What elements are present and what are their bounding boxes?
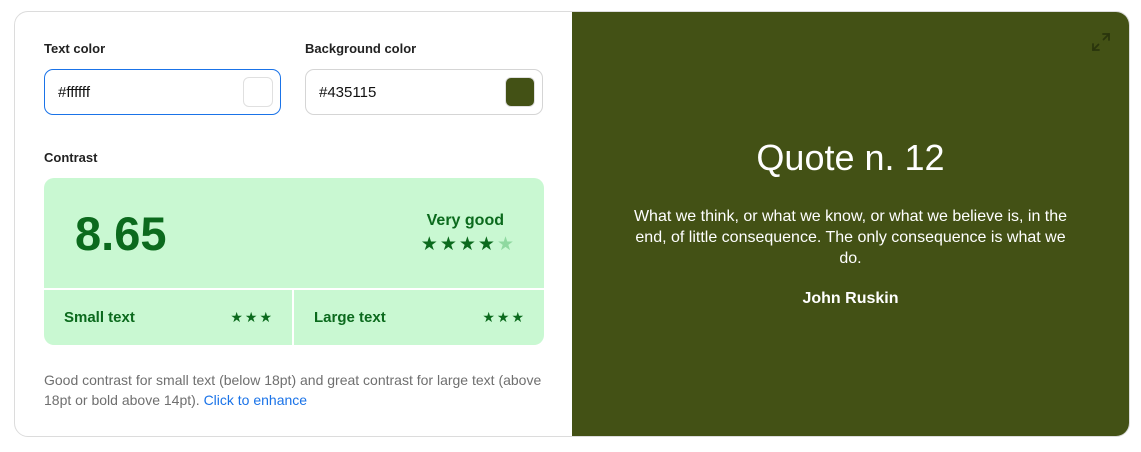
background-color-label: Background color [305, 41, 417, 56]
large-text-stars: ★ ★ ★ [482, 309, 524, 326]
small-text-stars: ★ ★ ★ [230, 309, 272, 326]
contrast-result-box: 8.65 Very good ★ ★ ★ ★ ★ Small text ★ ★ ★ Larg… [44, 178, 544, 345]
star-icon: ★ [420, 234, 438, 255]
quote-title: Quote n. 12 [756, 137, 945, 178]
star-icon: ★ [230, 308, 243, 325]
text-color-label: Text color [44, 41, 106, 56]
text-color-swatch[interactable] [243, 77, 273, 107]
star-icon: ★ [482, 308, 495, 325]
large-text-rating: Large text ★ ★ ★ [314, 289, 544, 345]
divider [292, 288, 294, 345]
contrast-description: Good contrast for small text (below 18pt… [44, 370, 544, 410]
star-icon: ★ [458, 234, 476, 255]
small-text-rating: Small text ★ ★ ★ [64, 289, 292, 345]
contrast-rating: Very good [426, 212, 504, 229]
quote-text: What we think, or what we know, or what … [633, 208, 1068, 267]
preview-panel: Quote n. 12 What we think, or what we kn… [572, 12, 1129, 436]
star-icon: ★ [439, 234, 457, 255]
star-icon: ★ [511, 308, 524, 325]
quote-author: John Ruskin [802, 290, 899, 307]
star-icon: ★ [259, 308, 272, 325]
small-text-label: Small text [64, 308, 135, 326]
star-icon: ★ [496, 234, 514, 255]
contrast-label: Contrast [44, 150, 98, 165]
background-color-input[interactable]: #435115 [305, 69, 543, 115]
enhance-link[interactable]: Click to enhance [204, 392, 308, 408]
star-icon: ★ [477, 234, 495, 255]
contrast-ratio: 8.65 [75, 207, 167, 260]
text-color-value: #ffffff [58, 83, 90, 101]
star-icon: ★ [496, 308, 510, 325]
controls-panel: Text color #ffffff Background color #435… [15, 12, 572, 436]
overall-star-rating: ★ ★ ★ ★ ★ [421, 235, 514, 255]
large-text-label: Large text [314, 308, 386, 326]
contrast-checker-card: Text color #ffffff Background color #435… [14, 11, 1130, 437]
background-color-value: #435115 [319, 83, 377, 101]
star-icon: ★ [244, 308, 258, 325]
expand-arrows-icon[interactable] [1091, 32, 1111, 52]
text-color-input[interactable]: #ffffff [44, 69, 281, 115]
background-color-swatch[interactable] [505, 77, 535, 107]
